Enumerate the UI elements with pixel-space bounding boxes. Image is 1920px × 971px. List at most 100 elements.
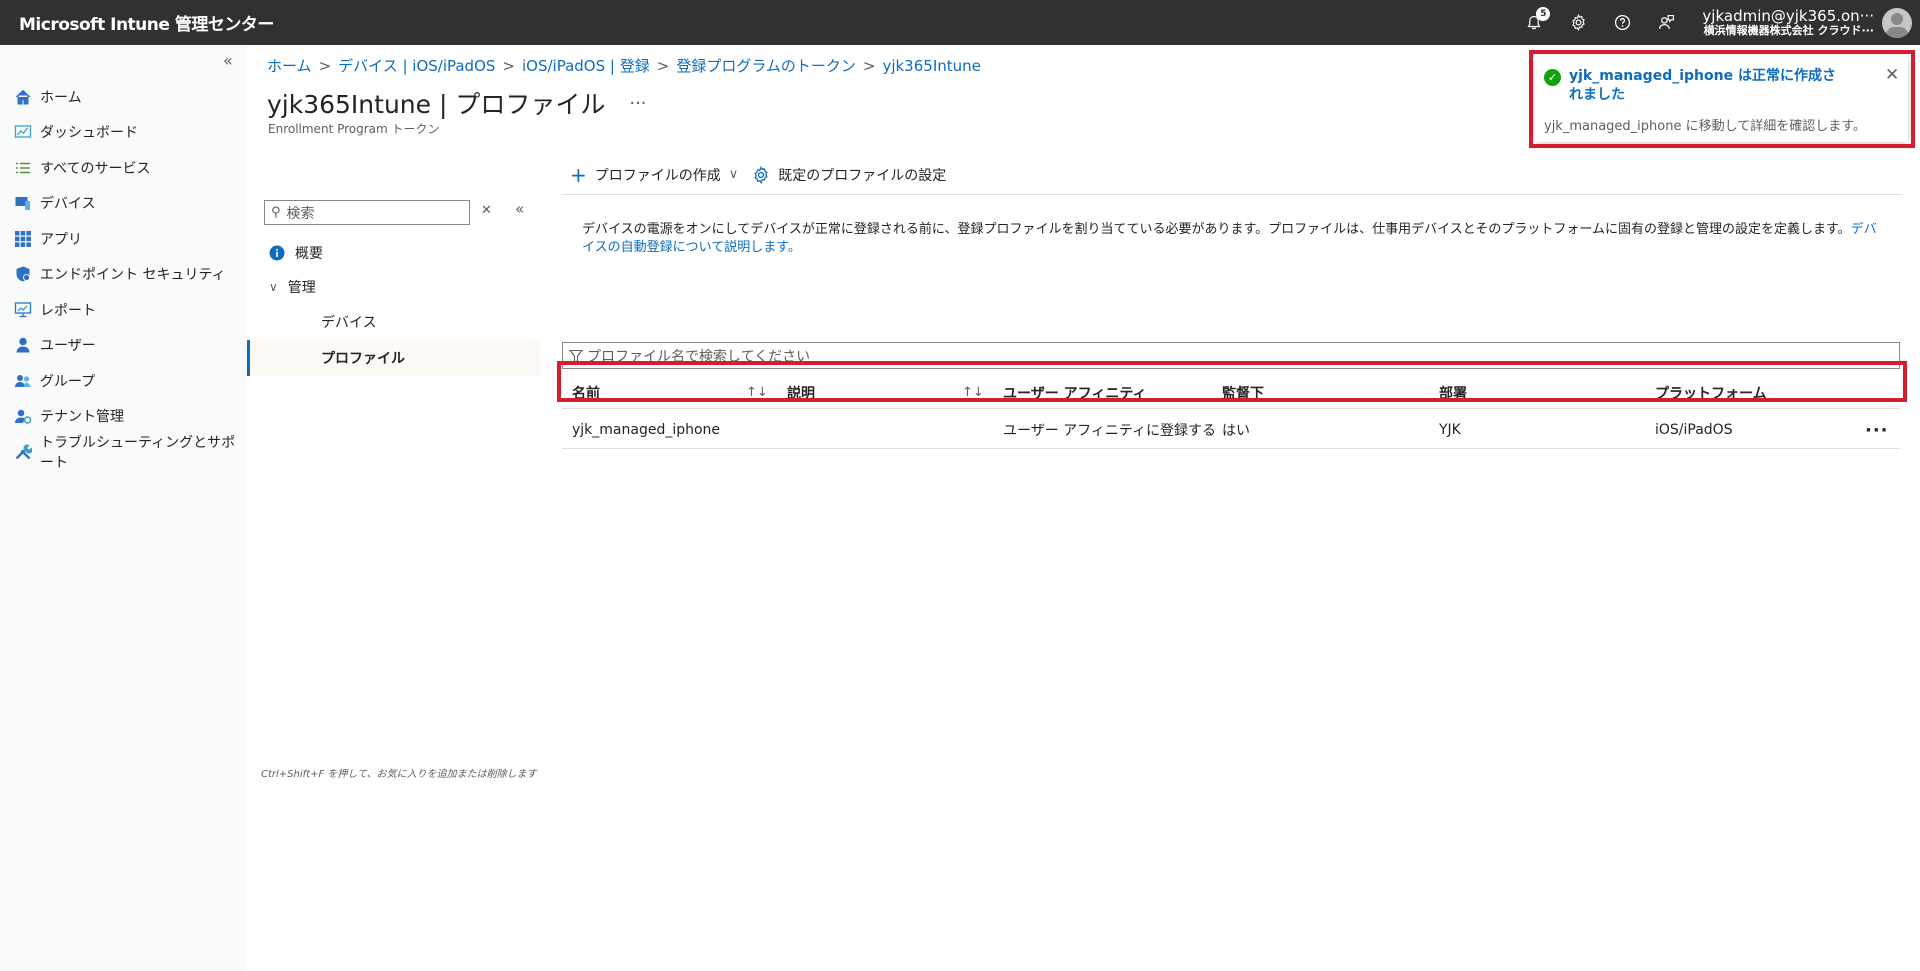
account-name: yjkadmin@yjk365.on··· — [1702, 7, 1874, 26]
tenant-icon — [14, 407, 32, 425]
nav-item-label: エンドポイント セキュリティ — [40, 267, 226, 284]
cell-affinity: ユーザー アフィニティに登録する — [1003, 423, 1217, 439]
selected-item-indicator — [247, 340, 250, 376]
settings-button[interactable] — [1556, 0, 1600, 45]
breadcrumb-home[interactable]: ホーム — [267, 57, 312, 75]
nav-item-label: アプリ — [40, 231, 82, 248]
breadcrumb-devices-ios[interactable]: デバイス | iOS/iPadOS — [338, 57, 495, 75]
menu-item-profiles[interactable]: プロファイル — [321, 348, 405, 368]
nav-item-home[interactable]: ホーム — [0, 79, 247, 115]
apps-grid-icon — [14, 230, 32, 248]
wrench-icon — [14, 443, 32, 461]
menu-item-devices[interactable]: デバイス — [321, 312, 377, 332]
page-title: yjk365Intune | プロファイル ··· — [267, 85, 647, 121]
default-profile-button[interactable]: 既定のプロファイルの設定 — [752, 165, 946, 185]
favorites-hint: Ctrl+Shift+F を押して、お気に入りを追加または削除します — [261, 769, 537, 780]
breadcrumb-token[interactable]: yjk365Intune — [882, 57, 980, 75]
menu-group-label: 管理 — [287, 280, 316, 296]
page-title-text: yjk365Intune | プロファイル — [267, 90, 606, 119]
command-bar: + プロファイルの作成 ∨ 既定のプロファイルの設定 — [562, 155, 1902, 195]
nav-item-label: ホーム — [40, 89, 82, 106]
row-highlight-box — [557, 361, 1907, 402]
menu-group-manage[interactable]: ∨ 管理 — [269, 277, 316, 297]
nav-item-label: デバイス — [40, 196, 96, 213]
home-icon — [14, 88, 32, 106]
row-more-icon[interactable]: ··· — [1865, 411, 1889, 449]
menu-item-label: プロファイル — [321, 351, 405, 367]
cell-platform: iOS/iPadOS — [1655, 422, 1733, 438]
breadcrumb-enrollment-tokens[interactable]: 登録プログラムのトークン — [676, 57, 856, 75]
menu-item-label: 概要 — [295, 246, 323, 262]
portal-brand[interactable]: Microsoft Intune 管理センター — [0, 10, 274, 35]
menu-search-input[interactable]: ⚲ 検索 — [264, 200, 470, 225]
notifications-button[interactable]: 5 — [1512, 0, 1556, 45]
top-bar: Microsoft Intune 管理センター 5 yjkadmin@yjk36… — [0, 0, 1920, 45]
resource-menu: ⚲ 検索 ✕ « 概要 ∨ 管理 デバイス プロファイル — [247, 155, 547, 971]
breadcrumb: ホーム > デバイス | iOS/iPadOS > iOS/iPadOS | 登録 > 登録… — [267, 55, 981, 76]
breadcrumb-separator: > — [502, 57, 515, 75]
nav-item-label: すべてのサービス — [40, 160, 151, 177]
group-icon — [14, 372, 32, 390]
avatar[interactable] — [1882, 7, 1912, 38]
page-subtitle: Enrollment Program トークン — [268, 122, 440, 136]
table-row[interactable]: yjk_managed_iphone ユーザー アフィニティに登録する はい Y… — [562, 411, 1900, 449]
default-profile-label: 既定のプロファイルの設定 — [778, 167, 947, 184]
create-profile-label: プロファイルの作成 — [594, 167, 721, 184]
top-bar-actions: 5 yjkadmin@yjk365.on··· 横浜情報機器株式会社 クラウド·… — [1512, 0, 1920, 45]
nav-list: ホーム ダッシュボード すべてのサービス デバイス アプリ エンドポイント セキ… — [0, 79, 247, 471]
breadcrumb-ios-enrollment[interactable]: iOS/iPadOS | 登録 — [522, 57, 650, 75]
gear-icon — [754, 165, 768, 184]
info-text: デバイスの電源をオンにしてデバイスが正常に登録される前に、登録プロファイルを割り… — [582, 222, 1851, 237]
gear-icon — [1572, 14, 1585, 31]
collapse-nav-icon[interactable]: « — [223, 51, 233, 70]
profiles-pane: + プロファイルの作成 ∨ 既定のプロファイルの設定 デバイスの電源をオンにして… — [562, 155, 1920, 971]
left-navigation: « ホーム ダッシュボード すべてのサービス デバイス アプリ エンドポイント … — [0, 45, 247, 971]
breadcrumb-separator: > — [656, 57, 670, 75]
breadcrumb-separator: > — [862, 57, 876, 75]
help-icon — [1614, 14, 1630, 31]
nav-item-label: テナント管理 — [40, 409, 124, 426]
cell-name[interactable]: yjk_managed_iphone — [572, 411, 720, 449]
info-icon — [269, 245, 285, 261]
list-icon — [14, 159, 32, 177]
devices-icon — [14, 194, 32, 212]
account-menu[interactable]: yjkadmin@yjk365.on··· 横浜情報機器株式会社 クラウド··· — [1688, 8, 1882, 37]
nav-item-label: ユーザー — [40, 338, 96, 355]
nav-item-label: レポート — [40, 302, 96, 319]
notification-highlight-box — [1529, 50, 1915, 148]
breadcrumb-separator: > — [318, 57, 332, 75]
nav-item-all-services[interactable]: すべてのサービス — [0, 150, 247, 186]
account-org: 横浜情報機器株式会社 クラウド··· — [1703, 23, 1874, 37]
reports-icon — [14, 301, 32, 319]
dashboard-icon — [14, 123, 32, 141]
nav-item-dashboard[interactable]: ダッシュボード — [0, 115, 247, 151]
clear-search-icon[interactable]: ✕ — [481, 203, 492, 218]
page-more-icon[interactable]: ··· — [629, 93, 646, 114]
menu-item-overview[interactable]: 概要 — [269, 243, 323, 263]
cell-department: YJK — [1439, 422, 1461, 438]
nav-item-tenant-admin[interactable]: テナント管理 — [0, 399, 247, 435]
create-profile-button[interactable]: + プロファイルの作成 ∨ — [570, 163, 738, 187]
feedback-icon — [1658, 15, 1674, 29]
menu-item-label: デバイス — [321, 315, 377, 331]
cell-supervised: はい — [1222, 423, 1250, 439]
search-icon: ⚲ — [271, 205, 281, 220]
feedback-button[interactable] — [1644, 0, 1688, 45]
user-icon — [14, 336, 32, 354]
main-content: ホーム > デバイス | iOS/iPadOS > iOS/iPadOS | 登録 > 登録… — [247, 45, 1920, 971]
chevron-down-icon: ∨ — [728, 167, 739, 182]
help-button[interactable] — [1600, 0, 1644, 45]
collapse-menu-icon[interactable]: « — [515, 200, 524, 218]
shield-icon — [14, 265, 32, 283]
nav-item-groups[interactable]: グループ — [0, 363, 247, 399]
nav-item-troubleshooting[interactable]: トラブルシューティングとサポート — [0, 434, 247, 471]
nav-item-endpoint-security[interactable]: エンドポイント セキュリティ — [0, 257, 247, 293]
notification-count-badge: 5 — [1536, 7, 1551, 21]
menu-search-placeholder: 検索 — [286, 205, 315, 222]
nav-item-label: トラブルシューティングとサポート — [40, 434, 236, 471]
nav-item-users[interactable]: ユーザー — [0, 328, 247, 364]
nav-item-label: グループ — [40, 373, 96, 390]
nav-item-reports[interactable]: レポート — [0, 292, 247, 328]
nav-item-devices[interactable]: デバイス — [0, 186, 247, 222]
nav-item-apps[interactable]: アプリ — [0, 221, 247, 257]
